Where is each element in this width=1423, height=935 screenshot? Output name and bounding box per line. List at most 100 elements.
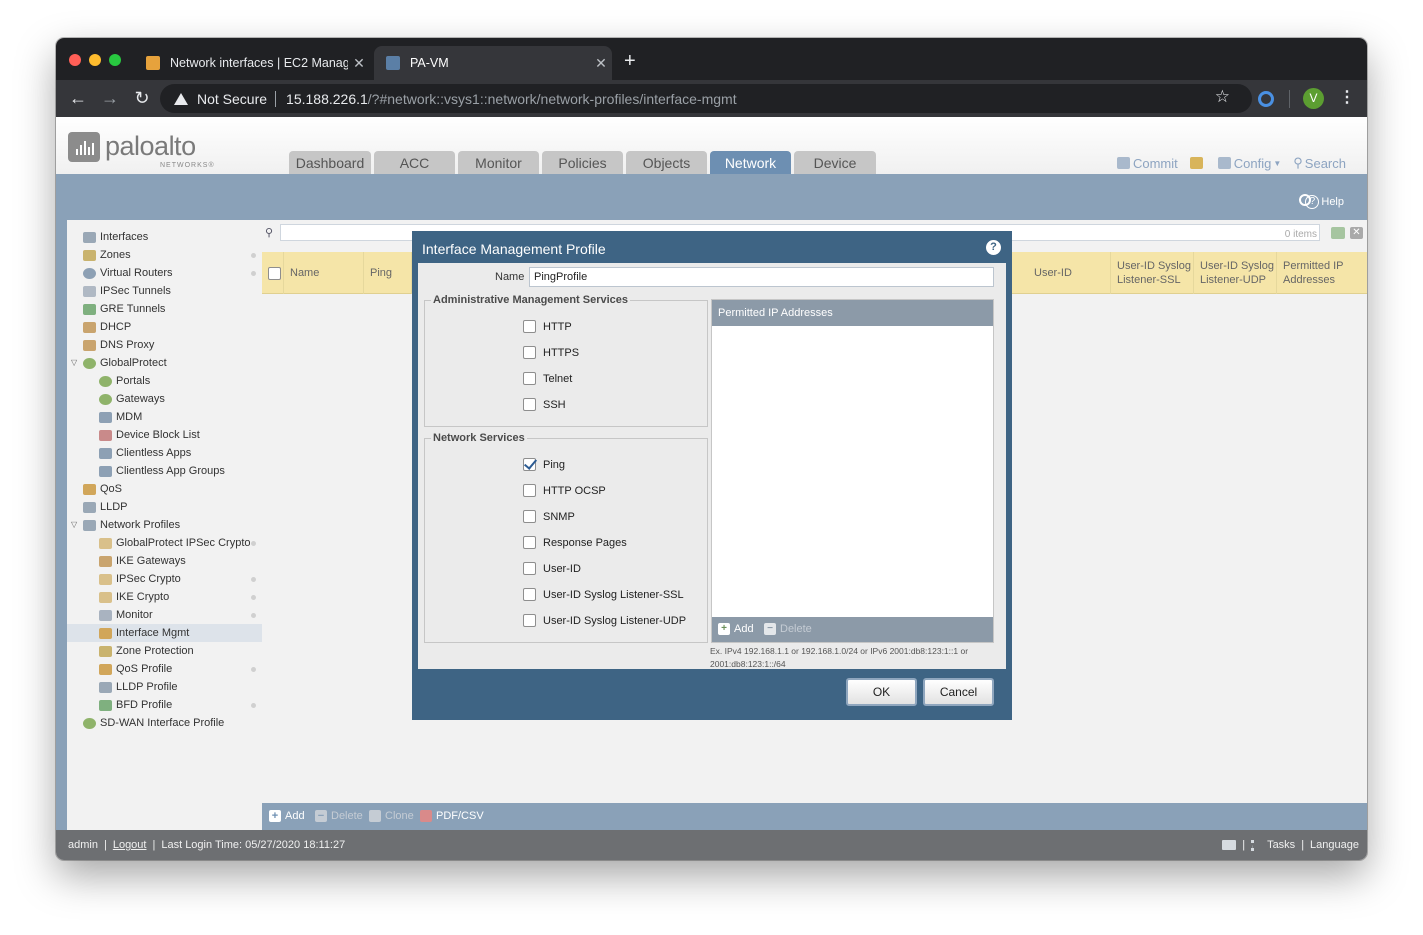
lock-button[interactable] bbox=[1189, 157, 1206, 169]
checkbox[interactable] bbox=[523, 536, 536, 549]
user-id-syslog-udp-checkbox[interactable]: User-ID Syslog Listener-UDP bbox=[523, 614, 686, 627]
tree-item-mdm[interactable]: MDM bbox=[99, 408, 142, 426]
tree-item-gateways[interactable]: Gateways bbox=[99, 390, 165, 408]
tab-policies[interactable]: Policies bbox=[542, 151, 623, 174]
close-icon[interactable]: ✕ bbox=[590, 55, 612, 72]
tree-item-portals[interactable]: Portals bbox=[99, 372, 150, 390]
snmp-checkbox[interactable]: SNMP bbox=[523, 510, 575, 523]
tab-monitor[interactable]: Monitor bbox=[458, 151, 539, 174]
tree-item-lldp-profile[interactable]: LLDP Profile bbox=[99, 678, 178, 696]
user-id-syslog-ssl-checkbox[interactable]: User-ID Syslog Listener-SSL bbox=[523, 588, 684, 601]
ping-checkbox[interactable]: Ping bbox=[523, 458, 565, 471]
tab-dashboard[interactable]: Dashboard bbox=[289, 151, 371, 174]
column-header-syslog-ssl[interactable]: User-ID Syslog Listener-SSL bbox=[1111, 252, 1194, 294]
search-button[interactable]: ⚲ Search bbox=[1293, 155, 1346, 171]
https-checkbox[interactable]: HTTPS bbox=[523, 346, 579, 359]
extension-icon[interactable] bbox=[1258, 91, 1274, 107]
bookmark-star-icon[interactable]: ☆ bbox=[1215, 87, 1230, 107]
tab-network[interactable]: Network bbox=[710, 151, 791, 174]
reload-icon[interactable]: ↻ bbox=[130, 86, 154, 110]
cancel-button[interactable]: Cancel bbox=[923, 678, 994, 706]
checkbox-checked[interactable] bbox=[523, 458, 536, 471]
checkbox[interactable] bbox=[523, 588, 536, 601]
checkbox[interactable] bbox=[523, 510, 536, 523]
checkbox[interactable] bbox=[523, 614, 536, 627]
tree-item-ike-crypto[interactable]: IKE Crypto bbox=[99, 588, 262, 606]
delete-button[interactable]: − Delete bbox=[315, 810, 363, 822]
checkbox[interactable] bbox=[523, 484, 536, 497]
new-tab-button[interactable]: + bbox=[624, 51, 636, 71]
logout-link[interactable]: Logout bbox=[113, 839, 147, 851]
tab-objects[interactable]: Objects bbox=[626, 151, 707, 174]
tree-item-clientless-app-groups[interactable]: Clientless App Groups bbox=[99, 462, 225, 480]
help-button[interactable]: ? Help bbox=[1305, 195, 1344, 209]
checkbox[interactable] bbox=[523, 562, 536, 575]
mail-icon[interactable] bbox=[1222, 840, 1237, 850]
name-field[interactable]: PingProfile bbox=[529, 267, 994, 287]
tree-item-globalprotect[interactable]: GlobalProtect bbox=[83, 354, 167, 372]
tree-item-ike-gateways[interactable]: IKE Gateways bbox=[99, 552, 186, 570]
kebab-menu-icon[interactable]: ⋮ bbox=[1339, 88, 1355, 108]
close-window-button[interactable] bbox=[69, 54, 81, 66]
tree-item-interface-mgmt[interactable]: Interface Mgmt bbox=[67, 624, 262, 642]
tree-item-sd-wan-interface-profile[interactable]: SD-WAN Interface Profile bbox=[83, 714, 224, 732]
tree-item-interfaces[interactable]: Interfaces bbox=[83, 228, 148, 246]
collapse-arrow-icon[interactable]: ▽ bbox=[71, 358, 77, 367]
tasks-link[interactable]: Tasks bbox=[1267, 839, 1295, 851]
apply-filter-icon[interactable] bbox=[1331, 227, 1345, 239]
tree-item-qos[interactable]: QoS bbox=[83, 480, 122, 498]
zoom-window-button[interactable] bbox=[109, 54, 121, 66]
tree-item-lldp[interactable]: LLDP bbox=[83, 498, 128, 516]
language-link[interactable]: Language bbox=[1310, 839, 1359, 851]
tree-item-ipsec-tunnels[interactable]: IPSec Tunnels bbox=[83, 282, 171, 300]
tree-item-gre-tunnels[interactable]: GRE Tunnels bbox=[83, 300, 165, 318]
clear-filter-icon[interactable]: ✕ bbox=[1350, 227, 1363, 239]
user-id-checkbox[interactable]: User-ID bbox=[523, 562, 581, 575]
commit-button[interactable]: Commit bbox=[1116, 156, 1178, 171]
column-header-permitted-ip[interactable]: Permitted IP Addresses bbox=[1277, 252, 1367, 294]
column-header-name[interactable]: Name bbox=[284, 252, 364, 294]
permitted-ip-add-button[interactable]: + Add bbox=[718, 623, 754, 635]
tree-item-dhcp[interactable]: DHCP bbox=[83, 318, 131, 336]
browser-tab-pa-vm[interactable]: PA-VM ✕ bbox=[374, 46, 612, 80]
http-checkbox[interactable]: HTTP bbox=[523, 320, 572, 333]
ssh-checkbox[interactable]: SSH bbox=[523, 398, 566, 411]
http-ocsp-checkbox[interactable]: HTTP OCSP bbox=[523, 484, 606, 497]
checkbox[interactable] bbox=[523, 372, 536, 385]
column-header-syslog-udp[interactable]: User-ID Syslog Listener-UDP bbox=[1194, 252, 1277, 294]
pdf-csv-button[interactable]: PDF/CSV bbox=[420, 810, 484, 822]
tree-item-virtual-routers[interactable]: Virtual Routers bbox=[83, 264, 262, 282]
clone-button[interactable]: Clone bbox=[369, 810, 414, 822]
response-pages-checkbox[interactable]: Response Pages bbox=[523, 536, 627, 549]
help-icon[interactable]: ? bbox=[986, 240, 1001, 255]
back-arrow-icon[interactable]: ← bbox=[66, 86, 90, 110]
checkbox[interactable] bbox=[523, 320, 536, 333]
tree-item-network-profiles[interactable]: Network Profiles bbox=[83, 516, 180, 534]
permitted-ip-delete-button[interactable]: − Delete bbox=[764, 623, 812, 635]
close-icon[interactable]: ✕ bbox=[348, 55, 370, 72]
tree-item-qos-profile[interactable]: QoS Profile bbox=[99, 660, 262, 678]
ok-button[interactable]: OK bbox=[846, 678, 917, 706]
tab-device[interactable]: Device bbox=[794, 151, 876, 174]
address-bar[interactable]: Not Secure 15.188.226.1/?#network::vsys1… bbox=[160, 84, 1252, 113]
column-header-user-id[interactable]: User-ID bbox=[1028, 252, 1111, 294]
tree-item-bfd-profile[interactable]: BFD Profile bbox=[99, 696, 262, 714]
tab-acc[interactable]: ACC bbox=[374, 151, 455, 174]
select-all-checkbox[interactable] bbox=[268, 266, 281, 280]
tree-item-zones[interactable]: Zones bbox=[83, 246, 262, 264]
config-button[interactable]: Config ▼ bbox=[1217, 156, 1281, 171]
minimize-window-button[interactable] bbox=[89, 54, 101, 66]
tree-item-clientless-apps[interactable]: Clientless Apps bbox=[99, 444, 191, 462]
column-header-ping[interactable]: Ping bbox=[364, 252, 412, 294]
forward-arrow-icon[interactable]: → bbox=[98, 86, 122, 110]
tree-item-monitor[interactable]: Monitor bbox=[99, 606, 262, 624]
telnet-checkbox[interactable]: Telnet bbox=[523, 372, 572, 385]
add-button[interactable]: + Add bbox=[269, 810, 305, 822]
avatar[interactable]: V bbox=[1303, 88, 1324, 109]
tree-item-ipsec-crypto[interactable]: IPSec Crypto bbox=[99, 570, 262, 588]
browser-tab-ec2[interactable]: Network interfaces | EC2 Management Cons… bbox=[134, 46, 370, 80]
checkbox[interactable] bbox=[523, 346, 536, 359]
tree-item-device-block-list[interactable]: Device Block List bbox=[99, 426, 200, 444]
tree-item-globalprotect-ipsec-crypto[interactable]: GlobalProtect IPSec Crypto bbox=[99, 534, 262, 552]
tree-item-dns-proxy[interactable]: DNS Proxy bbox=[83, 336, 154, 354]
